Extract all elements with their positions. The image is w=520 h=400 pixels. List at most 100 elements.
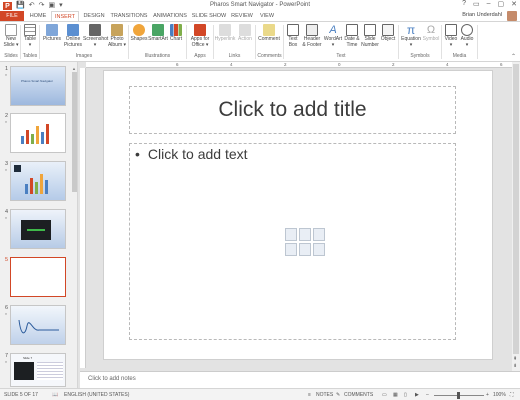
editor-scrollbar[interactable]: ⇞ ⇟ bbox=[512, 62, 520, 372]
tab-animations[interactable]: ANIMATIONS bbox=[151, 11, 189, 21]
photo-album-button[interactable]: Photo Album ▾ bbox=[107, 24, 127, 48]
date-time-button[interactable]: Date & Time bbox=[343, 24, 361, 48]
slide-thumbnail-2[interactable] bbox=[10, 113, 66, 153]
collapse-ribbon-icon[interactable]: ⌃ bbox=[511, 53, 516, 60]
slideshow-view-icon[interactable]: ▶ bbox=[415, 392, 419, 398]
insert-online-picture-icon[interactable] bbox=[299, 243, 311, 256]
pi-icon: π bbox=[406, 23, 416, 37]
slide-thumbnail-1[interactable]: Pharos Smart Navigator bbox=[10, 66, 66, 106]
proofing-icon[interactable]: 📖 bbox=[52, 392, 58, 398]
text-box-button[interactable]: Text Box bbox=[285, 24, 301, 48]
group-links: Links bbox=[228, 53, 241, 59]
zoom-level[interactable]: 100% bbox=[493, 392, 506, 398]
pictures-button[interactable]: Pictures bbox=[41, 24, 63, 43]
equation-button[interactable]: π Equation ▾ bbox=[400, 24, 422, 48]
zoom-slider-thumb[interactable] bbox=[457, 392, 460, 399]
window-title: Pharos Smart Navigator - PowerPoint bbox=[209, 2, 311, 8]
header-footer-icon bbox=[306, 24, 318, 36]
insert-chart-icon[interactable] bbox=[299, 228, 311, 241]
calendar-icon bbox=[346, 24, 358, 36]
tab-file[interactable]: FILE bbox=[0, 11, 24, 21]
insert-video-icon[interactable] bbox=[313, 243, 325, 256]
insert-smartart-icon[interactable] bbox=[313, 228, 325, 241]
smartart-button[interactable]: SmartArt bbox=[148, 24, 168, 43]
thumbnail-chart bbox=[21, 124, 49, 144]
screenshot-button[interactable]: Screenshot ▾ bbox=[83, 24, 108, 48]
user-name[interactable]: Brian Underdahl bbox=[462, 12, 502, 18]
next-slide-icon[interactable]: ⇟ bbox=[513, 363, 517, 369]
header-footer-button[interactable]: Header & Footer bbox=[301, 24, 323, 48]
close-icon[interactable]: ✕ bbox=[511, 0, 517, 8]
minimize-icon[interactable]: – bbox=[487, 0, 491, 8]
insert-picture-icon[interactable] bbox=[285, 243, 297, 256]
vertical-ruler[interactable] bbox=[80, 68, 86, 368]
chart-button[interactable]: Chart bbox=[168, 24, 184, 43]
group-illustrations: Illustrations bbox=[144, 53, 171, 59]
slide-canvas[interactable]: Click to add title • Click to add text bbox=[103, 70, 493, 360]
notes-toggle[interactable]: NOTES bbox=[316, 392, 333, 398]
insert-table-icon[interactable] bbox=[285, 228, 297, 241]
tab-slide-show[interactable]: SLIDE SHOW bbox=[191, 11, 227, 21]
object-button[interactable]: Object bbox=[379, 24, 397, 43]
chart-icon bbox=[170, 24, 182, 36]
online-pictures-button[interactable]: Online Pictures bbox=[63, 24, 83, 48]
normal-view-icon[interactable]: ▭ bbox=[382, 392, 387, 398]
text-box-icon bbox=[287, 24, 299, 36]
group-media: Media bbox=[452, 53, 467, 59]
new-slide-button[interactable]: New Slide ▾ bbox=[2, 24, 20, 48]
tab-home[interactable]: HOME bbox=[27, 11, 49, 21]
video-button[interactable]: Video ▾ bbox=[443, 24, 459, 48]
slide-number-7: 7 bbox=[5, 353, 9, 359]
ribbon-display-icon[interactable]: ▭ bbox=[473, 0, 480, 8]
fit-slide-icon[interactable]: ⛶ bbox=[510, 392, 514, 398]
online-pictures-icon bbox=[67, 24, 79, 36]
transition-marker: * bbox=[5, 74, 7, 80]
horizontal-ruler[interactable]: 6 4 2 0 2 4 6 bbox=[86, 62, 512, 68]
audio-button[interactable]: Audio ▾ bbox=[459, 24, 475, 48]
zoom-in-icon[interactable]: + bbox=[486, 392, 489, 398]
slide-thumbnail-7[interactable]: Slide 7 bbox=[10, 353, 66, 387]
comments-toggle-icon[interactable]: ✎ bbox=[336, 392, 340, 398]
avatar[interactable] bbox=[507, 11, 517, 21]
table-button[interactable]: Table ▾ bbox=[22, 24, 38, 48]
slide-thumbnail-4[interactable] bbox=[10, 209, 66, 249]
slide-number-button[interactable]: Slide Number bbox=[361, 24, 379, 48]
language-indicator[interactable]: ENGLISH (UNITED STATES) bbox=[64, 392, 129, 398]
zoom-out-icon[interactable]: – bbox=[426, 392, 429, 398]
previous-slide-icon[interactable]: ⇞ bbox=[513, 356, 517, 362]
action-button[interactable]: Action bbox=[236, 24, 254, 43]
pictures-icon bbox=[46, 24, 58, 36]
window-controls: ? ▭ – ▢ ✕ bbox=[462, 0, 517, 8]
notes-toggle-icon[interactable]: ≡ bbox=[308, 392, 311, 398]
tab-review[interactable]: REVIEW bbox=[229, 11, 255, 21]
wordart-icon: A bbox=[329, 24, 337, 36]
wordart-button[interactable]: A WordArt ▾ bbox=[323, 24, 343, 48]
slide-number-icon bbox=[364, 24, 376, 36]
screenshot-icon bbox=[89, 24, 101, 36]
slide-number-6: 6 bbox=[5, 305, 9, 311]
comment-button[interactable]: Comment bbox=[257, 24, 281, 43]
tab-view[interactable]: VIEW bbox=[257, 11, 277, 21]
reading-view-icon[interactable]: ▯ bbox=[404, 392, 407, 398]
symbol-button[interactable]: Ω Symbol bbox=[422, 24, 440, 43]
slide-thumbnail-5-selected[interactable] bbox=[10, 257, 66, 297]
notes-pane[interactable]: Click to add notes bbox=[80, 371, 520, 388]
title-placeholder[interactable]: Click to add title bbox=[129, 86, 456, 134]
slide-thumbnail-3[interactable] bbox=[10, 161, 66, 201]
tab-transitions[interactable]: TRANSITIONS bbox=[109, 11, 149, 21]
apps-for-office-button[interactable]: Apps for Office ▾ bbox=[188, 24, 212, 48]
help-icon[interactable]: ? bbox=[462, 0, 466, 8]
tab-design[interactable]: DESIGN bbox=[81, 11, 107, 21]
comments-toggle[interactable]: COMMENTS bbox=[344, 392, 373, 398]
hyperlink-button[interactable]: Hyperlink bbox=[214, 24, 236, 43]
ribbon-insert: New Slide ▾ Table ▾ Pictures Online Pict… bbox=[0, 21, 520, 62]
slide-thumbnail-6[interactable] bbox=[10, 305, 66, 345]
content-placeholder[interactable]: • Click to add text bbox=[129, 143, 456, 340]
thumbnails-scrollbar[interactable]: ▲ bbox=[72, 66, 77, 386]
body-placeholder-text: Click to add text bbox=[147, 146, 248, 162]
shapes-icon bbox=[133, 24, 145, 36]
slide-sorter-icon[interactable]: ▦ bbox=[393, 392, 398, 398]
shapes-button[interactable]: Shapes bbox=[130, 24, 148, 43]
zoom-slider[interactable] bbox=[434, 392, 484, 399]
maximize-icon[interactable]: ▢ bbox=[498, 0, 505, 8]
